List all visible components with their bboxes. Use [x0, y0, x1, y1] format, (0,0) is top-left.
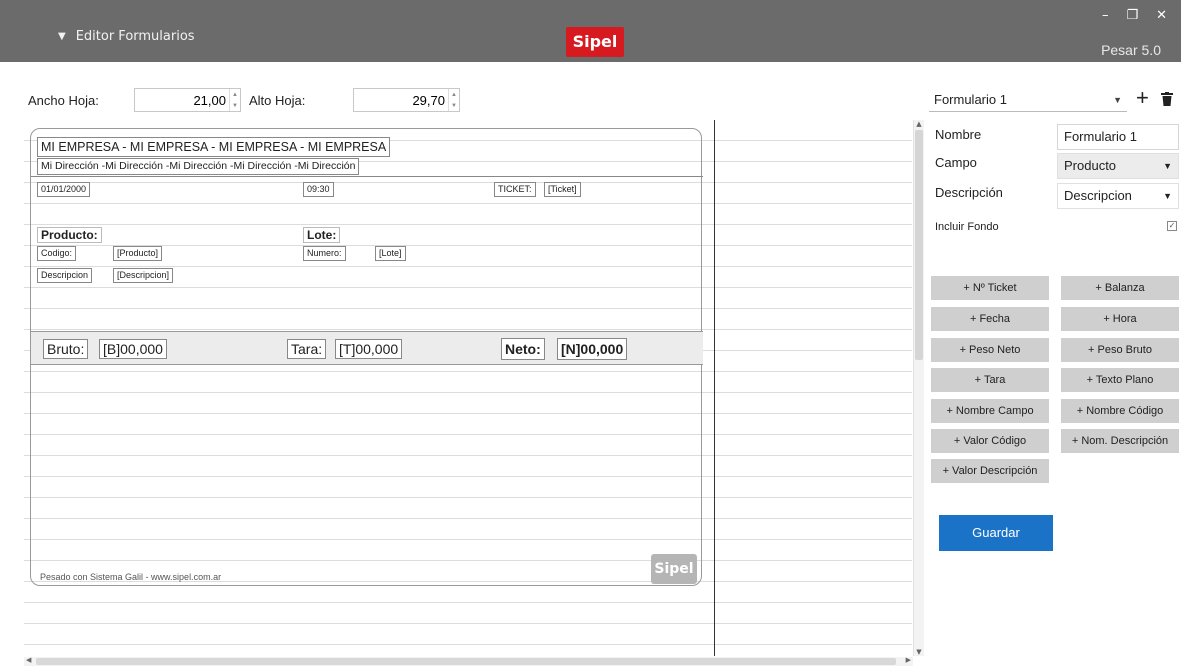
add-desc-value-button[interactable]: + Valor Descripción	[931, 459, 1049, 483]
description-select-value: Descripcion	[1064, 188, 1132, 203]
close-icon[interactable]: ✕	[1156, 8, 1167, 23]
app-name: Pesar 5.0	[1101, 42, 1161, 58]
form-name-input[interactable]: Formulario 1	[1057, 124, 1179, 150]
design-canvas[interactable]: MI EMPRESA - MI EMPRESA - MI EMPRESA - M…	[24, 120, 912, 656]
ticket-label-field[interactable]: TICKET:	[494, 182, 536, 197]
spin-down-icon[interactable]: ▼	[230, 100, 240, 111]
net-value-field[interactable]: [N]00,000	[557, 338, 628, 360]
tare-value-field[interactable]: [T]00,000	[335, 339, 403, 359]
footer-text-field[interactable]: Pesado con Sistema Galil - www.sipel.com…	[40, 572, 221, 582]
restore-icon[interactable]: ❐	[1126, 8, 1138, 23]
add-code-value-button[interactable]: + Valor Código	[931, 429, 1049, 453]
vertical-scroll-thumb[interactable]	[915, 130, 923, 360]
ticket-value-field[interactable]: [Ticket]	[544, 182, 581, 197]
trash-icon[interactable]	[1161, 92, 1173, 106]
page-setup: Ancho Hoja: ▲▼ Alto Hoja: ▲▼	[28, 88, 460, 112]
include-bg-checkbox[interactable]: ✓	[1167, 221, 1177, 231]
add-form-icon[interactable]: +	[1136, 86, 1149, 110]
sheet-height-stepper[interactable]: ▲▼	[353, 88, 460, 112]
scroll-left-icon[interactable]: ◀	[26, 656, 31, 664]
scroll-down-icon[interactable]: ▼	[915, 648, 923, 656]
sheet-height-input[interactable]	[354, 89, 448, 111]
chevron-down-icon: ▼	[1113, 94, 1122, 105]
spin-up-icon[interactable]: ▲	[449, 89, 459, 100]
add-ticket-number-button[interactable]: + Nº Ticket	[931, 276, 1049, 300]
add-time-button[interactable]: + Hora	[1061, 307, 1179, 331]
add-plain-text-button[interactable]: + Texto Plano	[1061, 368, 1179, 392]
chevron-down-icon: ▼	[1163, 161, 1172, 171]
description-label: Descripción	[935, 184, 1003, 200]
date-field[interactable]: 01/01/2000	[37, 182, 91, 197]
name-label: Nombre	[935, 126, 982, 142]
save-button[interactable]: Guardar	[939, 515, 1053, 551]
horizontal-scroll-thumb[interactable]	[36, 658, 896, 665]
add-desc-name-button[interactable]: + Nom. Descripción	[1061, 429, 1179, 453]
header-divider	[31, 176, 703, 177]
company-address-field[interactable]: Mi Dirección -Mi Dirección -Mi Dirección…	[37, 158, 360, 175]
spin-up-icon[interactable]: ▲	[230, 89, 240, 100]
add-tare-button[interactable]: + Tara	[931, 368, 1049, 392]
form-selector-value: Formulario 1	[934, 92, 1007, 107]
include-bg-row: Incluir Fondo	[935, 215, 1179, 239]
tare-label-field[interactable]: Tara:	[287, 339, 327, 359]
window-controls: – ❐ ✕	[1102, 8, 1167, 23]
desc-value-field[interactable]: [Descripcion]	[113, 268, 174, 283]
form-selector[interactable]: Formulario 1 ▼	[929, 88, 1127, 112]
company-title-field[interactable]: MI EMPRESA - MI EMPRESA - MI EMPRESA - M…	[37, 137, 391, 157]
horizontal-scrollbar[interactable]: ◀ ▶	[24, 656, 913, 666]
add-date-button[interactable]: + Fecha	[931, 307, 1049, 331]
sheet-width-label: Ancho Hoja:	[28, 92, 99, 108]
gross-value-field[interactable]: [B]00,000	[99, 339, 167, 359]
number-value-field[interactable]: [Lote]	[375, 246, 406, 261]
code-value-field[interactable]: [Producto]	[113, 246, 163, 261]
add-net-weight-button[interactable]: + Peso Neto	[931, 338, 1049, 362]
sheet-width-stepper[interactable]: ▲▼	[134, 88, 241, 112]
add-gross-weight-button[interactable]: + Peso Bruto	[1061, 338, 1179, 362]
editor-menu[interactable]: ▼ Editor Formularios	[58, 29, 195, 44]
field-select-value: Producto	[1064, 158, 1117, 173]
form-sheet[interactable]: MI EMPRESA - MI EMPRESA - MI EMPRESA - M…	[30, 128, 703, 586]
number-label-field[interactable]: Numero:	[303, 246, 346, 261]
field-select[interactable]: Producto ▼	[1057, 153, 1179, 179]
field-label: Campo	[935, 154, 977, 170]
gross-label-field[interactable]: Bruto:	[43, 339, 89, 359]
sipel-logo: Sipel	[566, 27, 624, 57]
description-select[interactable]: Descripcion ▼	[1057, 183, 1179, 209]
add-scale-button[interactable]: + Balanza	[1061, 276, 1179, 300]
add-field-name-button[interactable]: + Nombre Campo	[931, 399, 1049, 423]
product-title-field[interactable]: Producto:	[37, 227, 102, 243]
net-label-field[interactable]: Neto:	[501, 338, 545, 360]
sheet-width-input[interactable]	[135, 89, 229, 111]
triangle-down-icon[interactable]: ▼	[58, 31, 66, 42]
minimize-icon[interactable]: –	[1102, 8, 1109, 23]
chevron-down-icon: ▼	[1163, 191, 1172, 201]
time-field[interactable]: 09:30	[303, 182, 334, 197]
scroll-up-icon[interactable]: ▲	[915, 120, 923, 128]
vertical-scrollbar[interactable]: ▲ ▼	[913, 120, 924, 656]
footer-logo[interactable]: Sipel	[651, 554, 697, 584]
scroll-right-icon[interactable]: ▶	[906, 656, 911, 664]
title-bar: ▼ Editor Formularios Sipel – ❐ ✕ Pesar 5…	[0, 0, 1181, 62]
spin-down-icon[interactable]: ▼	[449, 100, 459, 111]
properties-panel: Formulario 1 ▼ + Nombre Formulario 1 Cam…	[929, 86, 1181, 648]
include-bg-label: Incluir Fondo	[935, 221, 999, 233]
desc-label-field[interactable]: Descripcion	[37, 268, 93, 283]
add-code-name-button[interactable]: + Nombre Código	[1061, 399, 1179, 423]
code-label-field[interactable]: Codigo:	[37, 246, 77, 261]
editor-menu-label[interactable]: Editor Formularios	[76, 29, 195, 44]
sheet-height-label: Alto Hoja:	[249, 92, 306, 108]
lot-title-field[interactable]: Lote:	[303, 227, 341, 243]
